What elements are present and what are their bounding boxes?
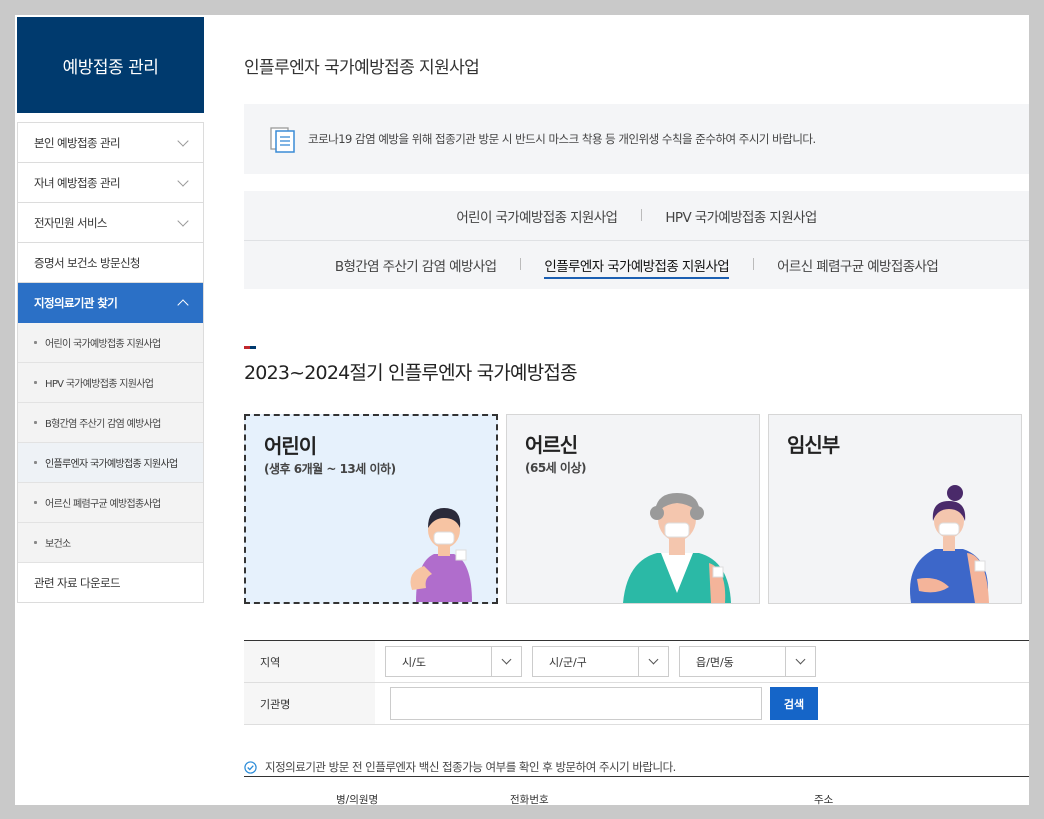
sidebar-title: 예방접종 관리 [17, 17, 204, 113]
card-name: 임신부 [787, 433, 840, 457]
sidebar-item-label: 관련 자료 다운로드 [34, 575, 121, 590]
card-child[interactable]: 어린이 (생후 6개월 ~ 13세 이하) [244, 414, 498, 604]
eupmyeondong-select-value: 읍/면/동 [696, 655, 734, 669]
card-name: 어린이 [264, 434, 317, 458]
tab-row: B형간염 주산기 감염 예방사업 인플루엔자 국가예방접종 지원사업 어르신 폐… [244, 240, 1029, 289]
sidebar-sub-item-label: HPV 국가예방접종 지원사업 [45, 379, 154, 390]
document-icon [270, 127, 295, 153]
sidebar-sub-item-influenza[interactable]: 인플루엔자 국가예방접종 지원사업 [18, 443, 203, 483]
sidebar-item-label: 본인 예방접종 관리 [34, 135, 121, 150]
sidebar-item-label: 지정의료기관 찾기 [34, 295, 118, 310]
program-tabs: 어린이 국가예방접종 지원사업 HPV 국가예방접종 지원사업 B형간염 주산기… [244, 191, 1029, 289]
sidebar-sub-item-label: B형간염 주산기 감염 예방사업 [45, 419, 161, 430]
chevron-up-icon [177, 298, 189, 311]
tab-pneumococcal[interactable]: 어르신 폐렴구균 예방접종사업 [753, 255, 962, 275]
page: 예방접종 관리 본인 예방접종 관리 자녀 예방접종 관리 전자민원 서비스 증… [15, 15, 1029, 805]
bullet-icon [34, 381, 37, 384]
sidebar-sub-item-label: 어린이 국가예방접종 지원사업 [45, 339, 161, 350]
sidebar-sub-item-hpv[interactable]: HPV 국가예방접종 지원사업 [18, 363, 203, 403]
bullet-icon [34, 421, 37, 424]
elder-illustration-icon [623, 493, 731, 603]
tab-child-vaccination[interactable]: 어린이 국가예방접종 지원사업 [432, 206, 641, 226]
tab-hpv-vaccination[interactable]: HPV 국가예방접종 지원사업 [641, 206, 840, 226]
sidebar-sub-item-label: 인플루엔자 국가예방접종 지원사업 [45, 459, 178, 470]
tab-row: 어린이 국가예방접종 지원사업 HPV 국가예방접종 지원사업 [244, 191, 1029, 240]
tab-hepatitis-b[interactable]: B형간염 주산기 감염 예방사업 [311, 255, 521, 275]
child-illustration-icon [410, 508, 472, 602]
card-name: 어르신 [525, 433, 578, 457]
sidebar-item-find-clinic[interactable]: 지정의료기관 찾기 [18, 283, 203, 323]
eupmyeondong-select[interactable]: 읍/면/동 [679, 646, 816, 677]
card-elder[interactable]: 어르신 (65세 이상) [506, 414, 760, 604]
region-label: 지역 [244, 641, 375, 682]
target-cards: 어린이 (생후 6개월 ~ 13세 이하) 어르신 (65세 이상) 임신부 [244, 414, 1029, 604]
chevron-down-icon [491, 647, 521, 676]
search-row-region: 지역 시/도 시/군/구 읍/면/동 [244, 641, 1029, 683]
sidebar-sub-item-hepatitis-b[interactable]: B형간염 주산기 감염 예방사업 [18, 403, 203, 443]
bullet-icon [34, 541, 37, 544]
bullet-icon [34, 461, 37, 464]
sidebar-menu: 본인 예방접종 관리 자녀 예방접종 관리 전자민원 서비스 증명서 보건소 방… [17, 122, 204, 603]
chevron-down-icon [785, 647, 815, 676]
card-sub: (생후 6개월 ~ 13세 이하) [264, 462, 396, 476]
card-pregnant[interactable]: 임신부 [768, 414, 1022, 604]
chevron-down-icon [177, 134, 189, 147]
search-form: 지역 시/도 시/군/구 읍/면/동 기관명 검색 [244, 640, 1029, 725]
column-header-phone: 전화번호 [510, 794, 549, 805]
section-title: 2023~2024절기 인플루엔자 국가예방접종 [244, 362, 578, 384]
sigungu-select-value: 시/군/구 [549, 655, 587, 669]
info-text: 지정의료기관 방문 전 인플루엔자 백신 접종가능 여부를 확인 후 방문하여 … [265, 760, 676, 774]
notice-box: 코로나19 감염 예방을 위해 접종기관 방문 시 반드시 마스크 착용 등 개… [244, 104, 1029, 174]
section-marker [244, 346, 256, 349]
bullet-icon [34, 341, 37, 344]
column-header-address: 주소 [814, 794, 834, 805]
sidebar-item-label: 자녀 예방접종 관리 [34, 175, 121, 190]
sigungu-select[interactable]: 시/군/구 [532, 646, 669, 677]
column-header-name: 병/의원명 [336, 794, 379, 805]
chevron-down-icon [638, 647, 668, 676]
sidebar-item-label: 전자민원 서비스 [34, 215, 108, 230]
notice-text: 코로나19 감염 예방을 위해 접종기관 방문 시 반드시 마스크 착용 등 개… [308, 132, 816, 146]
org-name-input[interactable] [390, 687, 762, 720]
sido-select[interactable]: 시/도 [385, 646, 522, 677]
search-button[interactable]: 검색 [770, 687, 818, 720]
card-sub: (65세 이상) [525, 461, 586, 475]
tab-influenza[interactable]: 인플루엔자 국가예방접종 지원사업 [520, 255, 753, 279]
sido-select-value: 시/도 [402, 655, 426, 669]
check-circle-icon [244, 760, 257, 774]
sidebar: 예방접종 관리 본인 예방접종 관리 자녀 예방접종 관리 전자민원 서비스 증… [17, 17, 204, 603]
sidebar-item-e-civil-service[interactable]: 전자민원 서비스 [18, 203, 203, 243]
pregnant-illustration-icon [910, 485, 989, 603]
sidebar-item-certificate-request[interactable]: 증명서 보건소 방문신청 [18, 243, 203, 283]
bullet-icon [34, 501, 37, 504]
sidebar-item-my-vaccination[interactable]: 본인 예방접종 관리 [18, 123, 203, 163]
sidebar-item-download[interactable]: 관련 자료 다운로드 [18, 563, 203, 603]
result-table-header: 병/의원명 전화번호 주소 [244, 776, 1029, 805]
chevron-down-icon [177, 214, 189, 227]
sidebar-sub-item-label: 보건소 [45, 539, 71, 550]
search-row-org: 기관명 검색 [244, 683, 1029, 725]
sidebar-item-child-vaccination[interactable]: 자녀 예방접종 관리 [18, 163, 203, 203]
page-title: 인플루엔자 국가예방접종 지원사업 [244, 58, 480, 78]
org-label: 기관명 [244, 683, 375, 724]
sidebar-sub-item-health-center[interactable]: 보건소 [18, 523, 203, 563]
sidebar-sub-item-pneumococcal[interactable]: 어르신 폐렴구균 예방접종사업 [18, 483, 203, 523]
chevron-down-icon [177, 174, 189, 187]
info-message: 지정의료기관 방문 전 인플루엔자 백신 접종가능 여부를 확인 후 방문하여 … [244, 759, 676, 775]
sidebar-item-label: 증명서 보건소 방문신청 [34, 255, 141, 270]
sidebar-sub-item-label: 어르신 폐렴구균 예방접종사업 [45, 499, 161, 510]
sidebar-sub-item-child[interactable]: 어린이 국가예방접종 지원사업 [18, 323, 203, 363]
